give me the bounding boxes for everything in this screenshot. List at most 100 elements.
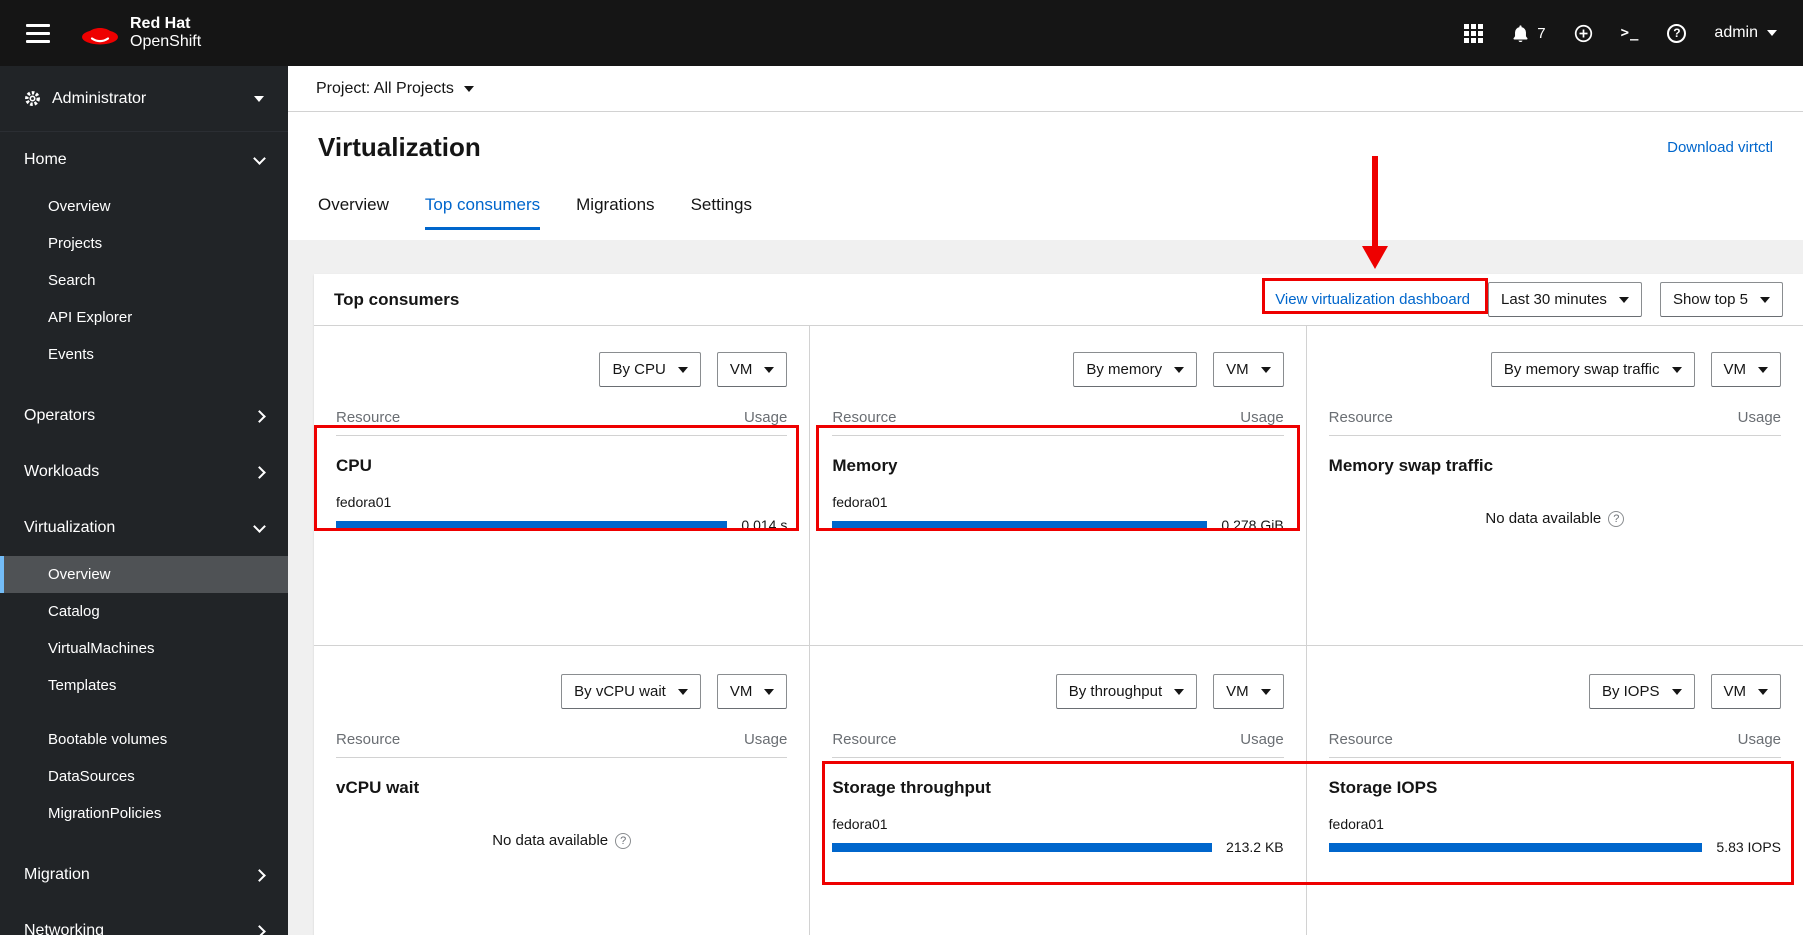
brand-line1: Red Hat <box>130 15 191 33</box>
sidebar-item-migrationpolicies[interactable]: MigrationPolicies <box>0 795 288 832</box>
sidebar-item-home-overview[interactable]: Overview <box>0 188 288 225</box>
usage-bar <box>1328 842 1703 852</box>
vm-link-fedora01[interactable]: fedora01 <box>832 494 887 510</box>
no-data-text: No data available <box>492 832 609 849</box>
usage-value: 0.278 GiB <box>1221 517 1284 533</box>
help-icon[interactable]: ? <box>1608 510 1625 527</box>
usage-bar-fill <box>336 520 728 530</box>
sidebar-item-bootable-volumes[interactable]: Bootable volumes <box>0 721 288 758</box>
sidebar-item-projects[interactable]: Projects <box>0 225 288 262</box>
nav-list: Home Overview Projects Search API Explor… <box>0 132 288 935</box>
sidebar-item-events[interactable]: Events <box>0 336 288 373</box>
user-name: admin <box>1714 24 1758 41</box>
memory-swap-metric-select[interactable]: By memory swap traffic <box>1490 352 1695 387</box>
resource-column-header: Resource <box>336 731 401 748</box>
chevron-down-icon <box>253 520 266 533</box>
tab-top-consumers[interactable]: Top consumers <box>424 195 541 230</box>
brand-logo[interactable]: Red Hat OpenShift <box>80 15 201 51</box>
perspective-label: Administrator <box>52 89 147 107</box>
panel-vcpu-wait: By vCPU wait VM Resource Usage vCPU wait… <box>314 646 811 935</box>
download-virtctl-link[interactable]: Download virtctl <box>1667 139 1773 156</box>
sidebar-group-operators[interactable]: Operators <box>0 388 288 444</box>
resource-column-header: Resource <box>1328 731 1393 748</box>
select-value: VM <box>1723 683 1747 700</box>
nav-group-label: Home <box>24 151 67 168</box>
sidebar-item-catalog[interactable]: Catalog <box>0 593 288 630</box>
usage-column-header: Usage <box>1240 731 1284 748</box>
perspective-switcher[interactable]: Administrator <box>0 66 288 132</box>
throughput-scope-select[interactable]: VM <box>1213 674 1284 709</box>
cpu-metric-select[interactable]: By CPU <box>599 352 701 387</box>
sidebar-group-home[interactable]: Home <box>0 132 288 188</box>
iops-metric-select[interactable]: By IOPS <box>1588 674 1695 709</box>
sidebar-item-virtualization-overview[interactable]: Overview <box>0 556 288 593</box>
usage-value: 0.014 s <box>741 517 788 533</box>
chevron-down-icon <box>1758 366 1768 373</box>
chevron-down-icon <box>764 366 775 373</box>
throughput-metric-select[interactable]: By throughput <box>1055 674 1198 709</box>
nav-group-label: Networking <box>24 922 105 935</box>
tab-settings[interactable]: Settings <box>691 195 752 230</box>
cpu-scope-select[interactable]: VM <box>716 352 788 387</box>
sidebar-item-datasources[interactable]: DataSources <box>0 758 288 795</box>
panel-storage-throughput: By throughput VM Resource Usage Storage … <box>810 646 1307 935</box>
show-top-value: Show top 5 <box>1672 291 1748 308</box>
chevron-down-icon <box>764 688 775 695</box>
memory-metric-select[interactable]: By memory <box>1073 352 1198 387</box>
main-area: Project: All Projects Virtualization Dow… <box>288 66 1803 935</box>
masthead-toolbar: 7 >_ ? admin <box>1464 23 1777 43</box>
time-range-select[interactable]: Last 30 minutes <box>1488 282 1642 317</box>
chart-title-storage-iops: Storage IOPS <box>1328 778 1438 797</box>
app-launcher-button[interactable] <box>1464 23 1484 43</box>
help-icon[interactable]: ? <box>615 832 632 849</box>
select-value: By memory <box>1086 361 1163 378</box>
help-button[interactable]: ? <box>1667 23 1687 43</box>
usage-bar <box>832 842 1213 852</box>
chevron-down-icon <box>1767 30 1777 36</box>
memory-swap-scope-select[interactable]: VM <box>1710 352 1781 387</box>
vm-link-fedora01[interactable]: fedora01 <box>1329 816 1384 832</box>
usage-bar-row: 213.2 KB <box>832 839 1284 855</box>
tab-migrations[interactable]: Migrations <box>576 195 654 230</box>
sidebar-group-migration[interactable]: Migration <box>0 847 288 903</box>
select-value: By CPU <box>612 361 666 378</box>
usage-bar-fill <box>832 842 1213 852</box>
sidebar-item-api-explorer[interactable]: API Explorer <box>0 299 288 336</box>
vcpu-wait-metric-select[interactable]: By vCPU wait <box>561 674 701 709</box>
usage-column-header: Usage <box>743 409 788 426</box>
sidebar-item-templates[interactable]: Templates <box>0 667 288 704</box>
chevron-down-icon <box>1260 688 1271 695</box>
nav-group-label: Migration <box>24 866 90 883</box>
chevron-down-icon <box>1260 366 1271 373</box>
no-data-text: No data available <box>1485 510 1602 527</box>
usage-bar-row: 0.278 GiB <box>832 517 1284 533</box>
brand-text: Red Hat OpenShift <box>130 15 201 51</box>
tab-overview[interactable]: Overview <box>318 195 389 230</box>
nav-toggle-button[interactable] <box>26 23 50 43</box>
vm-link-fedora01[interactable]: fedora01 <box>336 494 391 510</box>
show-top-select[interactable]: Show top 5 <box>1659 282 1783 317</box>
sidebar-group-workloads[interactable]: Workloads <box>0 444 288 500</box>
vm-link-fedora01[interactable]: fedora01 <box>832 816 887 832</box>
sidebar-item-search[interactable]: Search <box>0 262 288 299</box>
project-selector[interactable]: Project: All Projects <box>288 66 1803 112</box>
notifications-button[interactable]: 7 <box>1511 24 1546 43</box>
sidebar-group-virtualization[interactable]: Virtualization <box>0 500 288 556</box>
gear-icon <box>25 91 40 106</box>
sidebar-item-virtualmachines[interactable]: VirtualMachines <box>0 630 288 667</box>
sidebar-group-networking[interactable]: Networking <box>0 903 288 935</box>
vcpu-wait-scope-select[interactable]: VM <box>716 674 788 709</box>
view-virtualization-dashboard-link[interactable]: View virtualization dashboard <box>1275 291 1470 308</box>
chart-title-vcpu-wait: vCPU wait <box>336 778 420 797</box>
quick-create-button[interactable] <box>1574 24 1593 43</box>
usage-column-header: Usage <box>743 731 788 748</box>
web-terminal-button[interactable]: >_ <box>1621 25 1640 41</box>
nav-group-label: Operators <box>24 407 96 424</box>
time-range-value: Last 30 minutes <box>1501 291 1607 308</box>
usage-bar-fill <box>832 520 1208 530</box>
iops-scope-select[interactable]: VM <box>1710 674 1781 709</box>
usage-column-header: Usage <box>1737 731 1781 748</box>
memory-scope-select[interactable]: VM <box>1213 352 1284 387</box>
usage-column-header: Usage <box>1240 409 1284 426</box>
user-menu[interactable]: admin <box>1714 24 1777 42</box>
